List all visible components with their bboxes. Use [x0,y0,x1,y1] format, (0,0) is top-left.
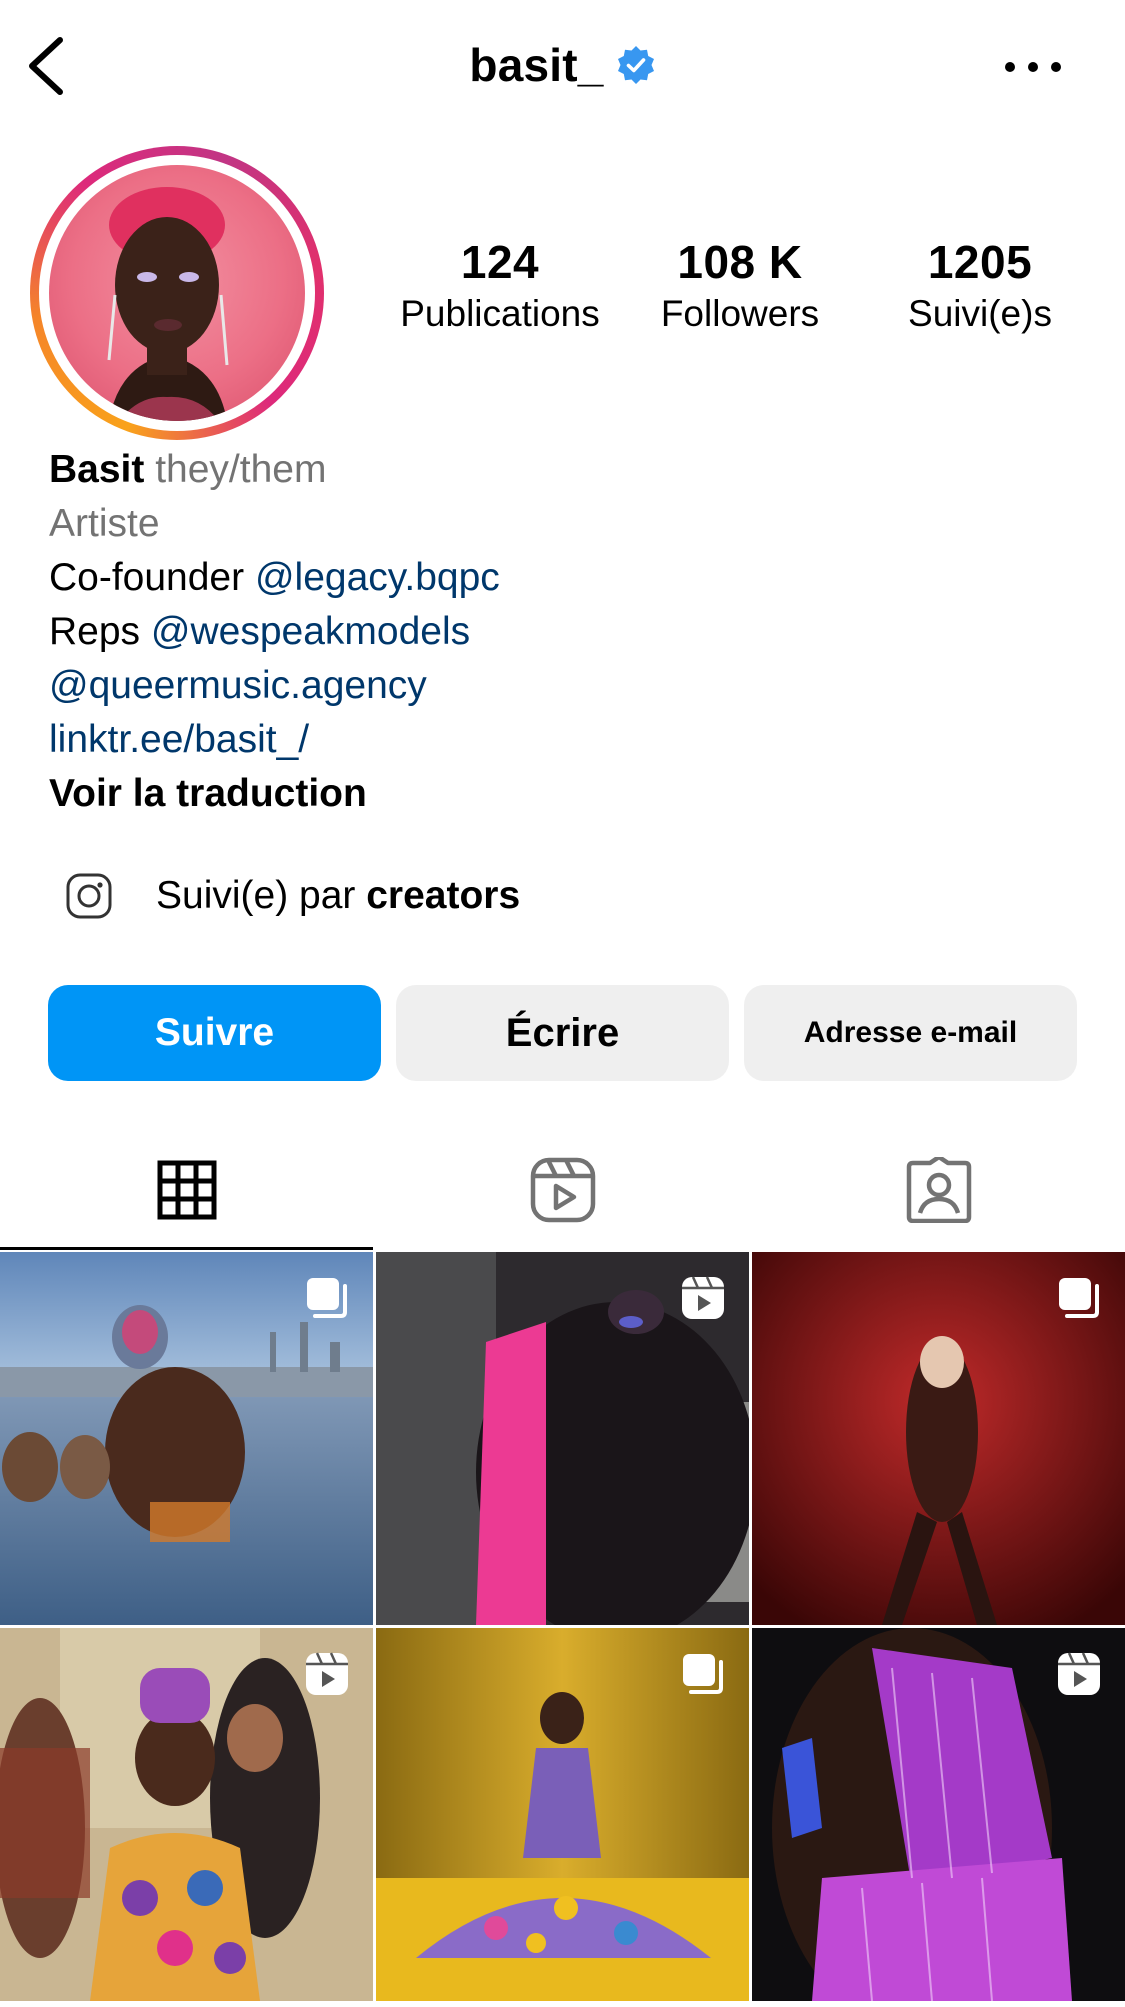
more-options-icon[interactable] [1001,54,1065,80]
post-grid [0,1252,1125,2007]
mention-link[interactable]: @wespeakmodels [151,610,470,653]
bio-text: Co-founder [49,556,255,599]
username: basit_ [469,39,604,91]
bio-external-link-line: linktr.ee/basit_/ [49,713,1089,767]
bio-name-line: Basit they/them [49,443,1089,497]
bio-line-reps: Reps @wespeakmodels [49,605,1089,659]
post-thumbnail[interactable] [376,1628,749,2001]
message-button[interactable]: Écrire [396,985,729,1081]
carousel-icon [307,1278,347,1318]
profile-avatar-story-ring[interactable] [30,146,324,440]
see-translation-link[interactable]: Voir la traduction [49,767,1089,821]
tab-reels[interactable] [376,1130,749,1250]
bio-line-agency: @queermusic.agency [49,659,1089,713]
tagged-icon [906,1157,971,1223]
tab-tagged[interactable] [752,1130,1125,1250]
stat-label: Followers [660,293,820,334]
stat-label: Publications [400,293,600,334]
carousel-icon [683,1654,723,1694]
grid-icon [157,1160,216,1220]
instagram-icon [66,873,112,919]
external-link[interactable]: linktr.ee/basit_/ [49,718,309,761]
post-thumbnail[interactable] [0,1252,373,1625]
followed-by[interactable]: Suivi(e) par creators [64,866,520,926]
email-button[interactable]: Adresse e-mail [744,985,1077,1081]
stat-publications[interactable]: 124 Publications [380,235,620,339]
active-tab-indicator [0,1247,373,1250]
bio-line-cofounder: Co-founder @legacy.bqpc [49,551,1089,605]
mention-link[interactable]: @legacy.bqpc [255,556,500,599]
carousel-icon [1059,1278,1099,1318]
mention-link[interactable]: @queermusic.agency [49,664,427,707]
stat-value: 124 [460,236,540,288]
reels-icon [530,1157,595,1223]
profile-stats: 124 Publications 108 K Followers 1205 Su… [380,235,1100,345]
followed-by-prefix: Suivi(e) par [156,874,367,917]
stat-following[interactable]: 1205 Suivi(e)s [860,235,1100,339]
post-thumbnail[interactable] [0,1628,373,2001]
tab-posts[interactable] [0,1130,373,1250]
profile-category: Artiste [49,502,160,545]
top-bar: basit_ [0,0,1125,135]
stat-value: 108 K [677,236,803,288]
followed-by-name: creators [366,874,521,917]
display-name: Basit [49,448,145,491]
stat-followers[interactable]: 108 K Followers [620,235,860,339]
pronouns: they/them [155,448,327,491]
profile-tabs [0,1130,1125,1250]
stat-label: Suivi(e)s [908,293,1052,334]
post-thumbnail[interactable] [752,1628,1125,2001]
avatar [49,165,305,421]
stat-value: 1205 [927,236,1033,288]
reels-icon [1058,1652,1100,1695]
reels-icon [306,1652,348,1695]
post-thumbnail[interactable] [752,1252,1125,1625]
verified-badge-icon [617,45,654,84]
follow-button[interactable]: Suivre [48,985,381,1081]
reels-icon [682,1276,724,1319]
profile-username-header: basit_ [0,38,1125,92]
profile-bio: Basit they/them Artiste Co-founder @lega… [49,443,1089,821]
post-thumbnail[interactable] [376,1252,749,1625]
bio-text: Reps [49,610,151,653]
